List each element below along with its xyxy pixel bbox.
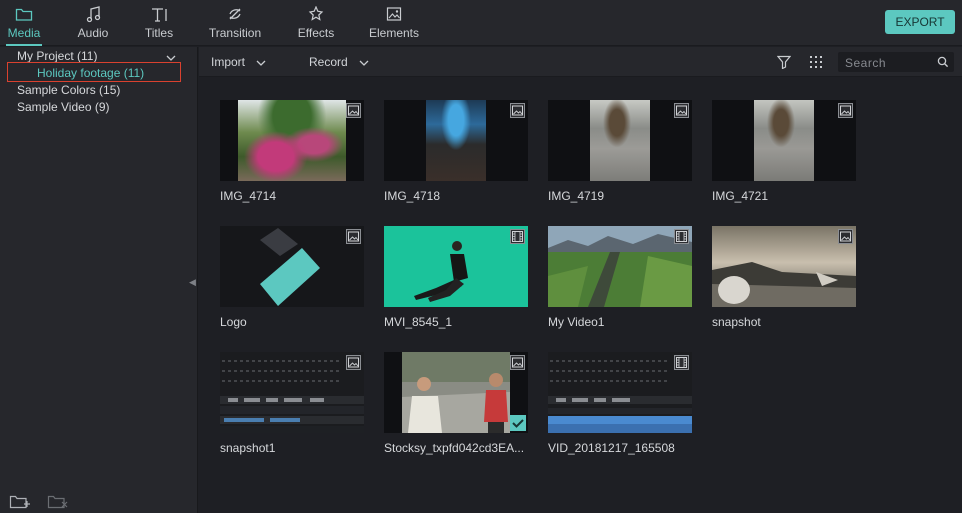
thumbnail-image xyxy=(220,360,364,433)
tab-elements[interactable]: Elements xyxy=(367,0,421,46)
tab-transition-label: Transition xyxy=(208,26,262,40)
search-input[interactable] xyxy=(845,55,933,71)
media-thumbnail[interactable] xyxy=(548,352,692,433)
media-item-name: Logo xyxy=(220,315,247,329)
logo-artwork xyxy=(260,228,320,306)
thumbnail-image xyxy=(426,100,486,181)
sidebar-item-sample-colors[interactable]: Sample Colors (15) xyxy=(17,83,120,97)
delete-folder-icon[interactable] xyxy=(47,492,69,513)
transition-icon xyxy=(205,0,265,26)
image-type-icon xyxy=(346,229,361,244)
thumbnail-image xyxy=(384,352,528,433)
tab-effects[interactable]: Effects xyxy=(294,0,338,46)
media-item-name: IMG_4721 xyxy=(712,189,769,203)
thumbnail-image xyxy=(548,226,692,307)
media-thumbnail[interactable] xyxy=(548,100,692,181)
record-label: Record xyxy=(309,55,348,69)
media-item-snapshot1[interactable]: snapshot1 xyxy=(220,352,364,455)
record-dropdown[interactable]: Record xyxy=(309,55,369,69)
tab-elements-label: Elements xyxy=(368,26,420,40)
video-type-icon xyxy=(674,229,689,244)
search-box xyxy=(838,52,954,72)
media-item-vid-20181217[interactable]: VID_20181217_165508 xyxy=(548,352,692,455)
tab-titles-label: Titles xyxy=(144,26,174,40)
chevron-down-icon xyxy=(359,60,369,66)
library-sidebar: My Project (11) Holiday footage (11) Sam… xyxy=(0,47,198,513)
media-item-stocksy[interactable]: Stocksy_txpfd042cd3EA... xyxy=(384,352,528,455)
media-item-name: IMG_4714 xyxy=(220,189,277,203)
media-thumbnail[interactable] xyxy=(220,352,364,433)
media-thumbnail[interactable] xyxy=(384,352,528,433)
image-type-icon xyxy=(510,355,525,370)
media-item-logo[interactable]: Logo xyxy=(220,226,364,329)
media-item-my-video1[interactable]: My Video1 xyxy=(548,226,692,329)
media-item-name: Stocksy_txpfd042cd3EA... xyxy=(384,441,525,455)
tab-media-label: Media xyxy=(7,26,41,40)
image-icon xyxy=(367,0,421,26)
thumbnail-image xyxy=(590,100,650,181)
media-item-img-4721[interactable]: IMG_4721 xyxy=(712,100,856,203)
media-subbar: Import Record xyxy=(199,47,962,77)
media-thumbnail[interactable] xyxy=(548,226,692,307)
video-type-icon xyxy=(510,229,525,244)
music-note-icon xyxy=(74,0,112,26)
media-item-name: My Video1 xyxy=(548,315,605,329)
media-thumbnail[interactable] xyxy=(712,100,856,181)
media-item-snapshot[interactable]: snapshot xyxy=(712,226,856,329)
thumbnail-image xyxy=(548,360,692,433)
media-thumbnail[interactable] xyxy=(220,226,364,307)
tab-media[interactable]: Media xyxy=(4,0,44,46)
folder-icon xyxy=(4,0,44,26)
grid-view-icon[interactable] xyxy=(809,55,823,72)
text-icon xyxy=(142,0,176,26)
media-item-mvi-8545-1[interactable]: MVI_8545_1 xyxy=(384,226,528,329)
media-item-name: IMG_4718 xyxy=(384,189,441,203)
effects-icon xyxy=(294,0,338,26)
import-dropdown[interactable]: Import xyxy=(211,55,266,69)
add-folder-icon[interactable] xyxy=(9,492,31,513)
media-thumbnail[interactable] xyxy=(384,226,528,307)
video-type-icon xyxy=(674,355,689,370)
image-type-icon xyxy=(510,103,525,118)
search-icon[interactable] xyxy=(937,56,949,71)
export-button[interactable]: EXPORT xyxy=(885,10,955,34)
media-item-img-4718[interactable]: IMG_4718 xyxy=(384,100,528,203)
media-item-img-4719[interactable]: IMG_4719 xyxy=(548,100,692,203)
image-type-icon xyxy=(346,103,361,118)
media-item-name: snapshot xyxy=(712,315,761,329)
tab-titles[interactable]: Titles xyxy=(142,0,176,46)
image-type-icon xyxy=(346,355,361,370)
thumbnail-image xyxy=(754,100,814,181)
chevron-down-icon xyxy=(256,60,266,66)
collapse-panel-icon[interactable]: ◀ xyxy=(189,277,196,288)
media-thumbnail[interactable] xyxy=(712,226,856,307)
media-item-name: MVI_8545_1 xyxy=(384,315,453,329)
tab-transition[interactable]: Transition xyxy=(205,0,265,46)
media-item-img-4714[interactable]: IMG_4714 xyxy=(220,100,364,203)
media-thumbnail[interactable] xyxy=(220,100,364,181)
tab-audio[interactable]: Audio xyxy=(74,0,112,46)
media-thumbnail[interactable] xyxy=(384,100,528,181)
thumbnail-image xyxy=(712,226,856,307)
image-type-icon xyxy=(838,229,853,244)
sidebar-item-sample-video[interactable]: Sample Video (9) xyxy=(17,100,110,114)
used-in-timeline-check-icon xyxy=(510,415,526,431)
image-type-icon xyxy=(674,103,689,118)
media-item-name: snapshot1 xyxy=(220,441,276,455)
thumbnail-image xyxy=(384,226,528,307)
thumbnail-image xyxy=(238,100,346,181)
sidebar-item-holiday-footage[interactable]: Holiday footage (11) xyxy=(37,66,144,80)
import-label: Import xyxy=(211,55,246,69)
filter-icon[interactable] xyxy=(776,55,792,72)
media-library-grid: IMG_4714 IMG_4718 IMG_4719 IMG_4721 Logo… xyxy=(199,78,962,513)
media-item-name: IMG_4719 xyxy=(548,189,605,203)
image-type-icon xyxy=(838,103,853,118)
tab-audio-label: Audio xyxy=(77,26,109,40)
tab-effects-label: Effects xyxy=(297,26,335,40)
media-item-name: VID_20181217_165508 xyxy=(548,441,675,455)
main-toolbar: Media Audio Titles Transition Effects El… xyxy=(0,0,962,46)
sidebar-item-my-project[interactable]: My Project (11) xyxy=(17,49,97,63)
